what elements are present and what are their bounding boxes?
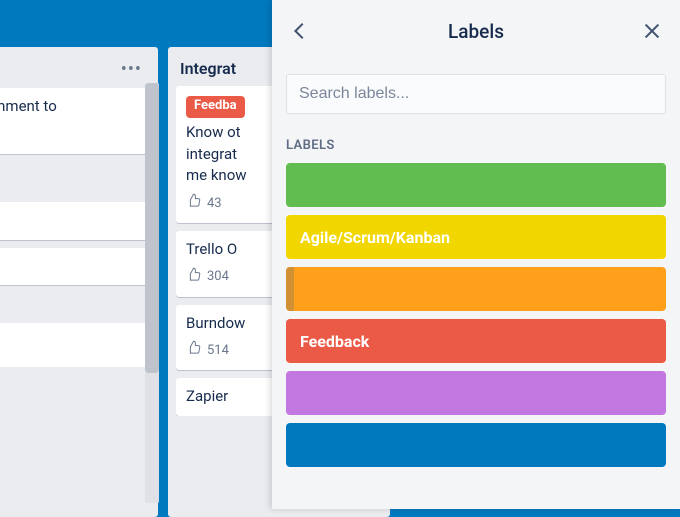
card[interactable]: 4 [0, 202, 150, 240]
label-row[interactable] [286, 163, 666, 207]
label-row[interactable]: Agile/Scrum/Kanban [286, 215, 666, 259]
thumbs-up-icon [186, 267, 201, 289]
card-text: ? (Comment to [0, 96, 140, 118]
list-title: Integrat [180, 59, 236, 78]
label-row[interactable]: Feedback [286, 319, 666, 363]
labels-popover: Labels LABELS Agile/Scrum/Kanban Feedback [272, 0, 680, 509]
label-row[interactable] [286, 267, 666, 311]
card[interactable]: ? (Comment to [0, 88, 150, 154]
search-labels-input[interactable] [286, 74, 666, 114]
thumbs-up-icon [186, 340, 201, 362]
label-name: Feedback [300, 332, 369, 351]
card-text: l) [0, 256, 140, 278]
card[interactable]: l) [0, 248, 150, 286]
card[interactable]: 1 [0, 323, 150, 367]
labels-section-header: LABELS [286, 138, 666, 153]
popover-title: Labels [448, 20, 504, 43]
vote-count: 304 [207, 268, 229, 287]
list-menu-icon[interactable]: ••• [117, 59, 146, 80]
list-partial-left: ns ••• ? (Comment to 4 l) 1 [0, 47, 158, 517]
vote-count: 43 [207, 195, 222, 214]
thumbs-up-icon [186, 193, 201, 215]
back-button[interactable] [286, 17, 314, 45]
label-list: Agile/Scrum/Kanban Feedback [286, 163, 666, 467]
card-label-feedback: Feedba [186, 96, 245, 118]
scrollbar-thumb[interactable] [145, 83, 159, 373]
label-row[interactable] [286, 423, 666, 467]
card-text: 4 [0, 210, 140, 232]
close-button[interactable] [638, 17, 666, 45]
label-row[interactable] [286, 371, 666, 415]
label-name: Agile/Scrum/Kanban [300, 228, 450, 247]
vote-count: 514 [207, 342, 229, 361]
